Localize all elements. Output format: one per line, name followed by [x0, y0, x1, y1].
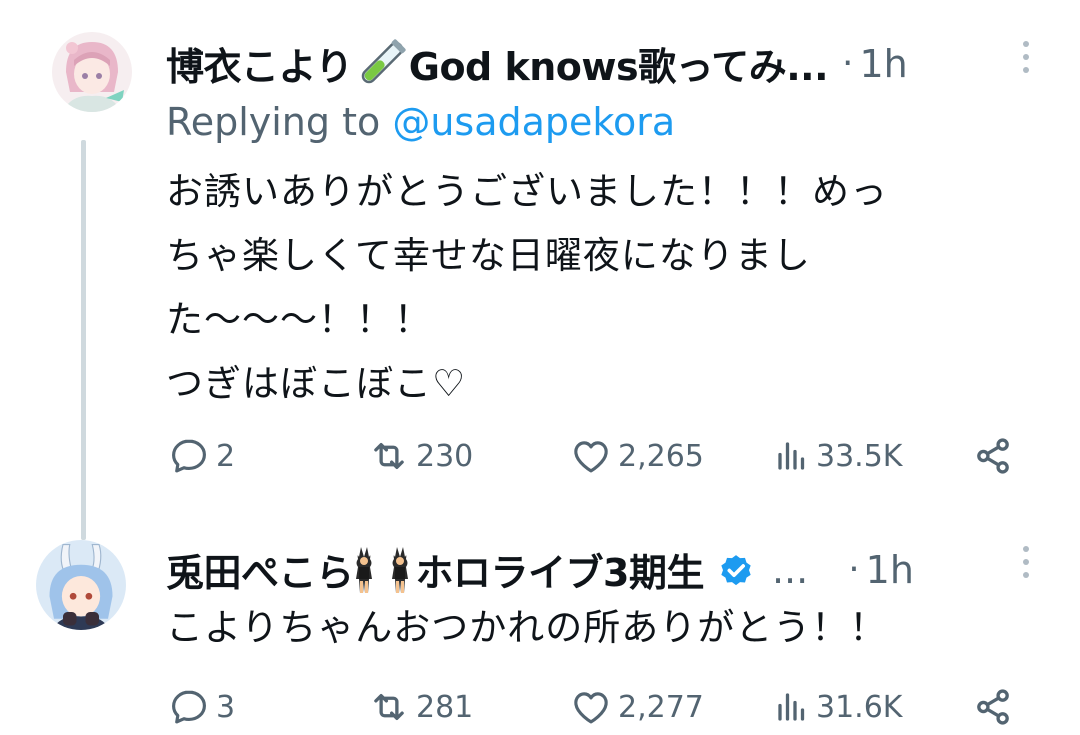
replying-to: Replying to @usadapekora — [166, 100, 675, 144]
bunny-dancers-emoji — [355, 546, 408, 593]
like-icon — [574, 692, 608, 724]
tweet-text: こよりちゃんおつかれの所ありがとう！！ — [166, 596, 887, 660]
reply-button[interactable]: 2 — [168, 431, 235, 481]
retweet-button[interactable]: 281 — [368, 682, 473, 732]
views-button[interactable]: 31.6K — [774, 682, 902, 732]
share-icon — [977, 689, 1009, 725]
thread-line — [81, 140, 86, 540]
retweet-count: 281 — [416, 689, 474, 725]
views-count: 33.5K — [816, 438, 903, 474]
avatar-pekora[interactable] — [36, 540, 126, 630]
replying-handle-link[interactable]: @usadapekora — [392, 100, 675, 144]
replying-prefix: Replying to — [166, 100, 381, 144]
author-name[interactable]: 兎田ぺこら — [166, 542, 354, 597]
tweet-line: つぎはぼこぼこ♡ — [166, 362, 467, 405]
author-name[interactable]: 博衣こより — [166, 36, 353, 91]
timestamp[interactable]: 1h — [860, 42, 908, 86]
views-button[interactable]: 33.5K — [774, 431, 902, 481]
reply-icon — [172, 690, 206, 724]
reply-count: 2 — [216, 438, 236, 474]
tweet-line: ちゃ楽しくて幸せな日曜夜になりまし — [166, 234, 811, 277]
separator: · — [842, 43, 854, 84]
share-button[interactable] — [972, 682, 1020, 732]
reply-icon — [172, 439, 206, 473]
tweet-actions: 2 230 2,265 33.5K — [166, 431, 1022, 481]
like-button[interactable]: 2,277 — [570, 682, 704, 732]
retweet-icon — [374, 693, 404, 721]
share-icon — [977, 438, 1009, 474]
retweet-count: 230 — [416, 438, 474, 474]
test-tube-emoji — [361, 38, 406, 83]
like-count: 2,277 — [618, 689, 704, 725]
share-button[interactable] — [972, 431, 1020, 481]
author-name-suffix[interactable]: ホロライブ3期生 — [416, 542, 705, 597]
retweet-icon — [374, 442, 404, 470]
like-count: 2,265 — [618, 438, 704, 474]
retweet-button[interactable]: 230 — [368, 431, 473, 481]
reply-count: 3 — [216, 689, 236, 725]
views-icon — [778, 442, 805, 470]
tweet-line: こよりちゃんおつかれの所ありがとう！！ — [166, 606, 888, 649]
like-icon — [574, 441, 608, 473]
reply-button[interactable]: 3 — [168, 682, 235, 732]
timestamp[interactable]: 1h — [866, 548, 914, 592]
separator: · — [848, 549, 860, 590]
like-button[interactable]: 2,265 — [570, 431, 704, 481]
tweet-header: 博衣こより God knows歌ってみ... · 1h — [166, 36, 908, 91]
avatar-koyori[interactable] — [52, 32, 132, 112]
verified-badge-icon — [721, 554, 751, 585]
views-icon — [778, 693, 805, 721]
tweet-header: 兎田ぺこら ホロライブ3期生 ... · 1h — [166, 542, 914, 597]
tweet-actions: 3 281 2,277 31.6K — [166, 682, 1022, 732]
name-truncation: ... — [771, 547, 809, 592]
tweet-line: た〜〜〜！！！ — [166, 298, 432, 341]
tweet-line: お誘いありがとうございました！！！めっ — [166, 170, 888, 213]
author-name-suffix[interactable]: God knows歌ってみ... — [409, 36, 829, 91]
more-options-icon[interactable] — [1021, 41, 1031, 73]
more-options-icon[interactable] — [1021, 546, 1031, 578]
tweet-text: お誘いありがとうございました！！！めっ ちゃ楽しくて幸せな日曜夜になりまし た〜… — [166, 160, 888, 416]
views-count: 31.6K — [816, 689, 903, 725]
